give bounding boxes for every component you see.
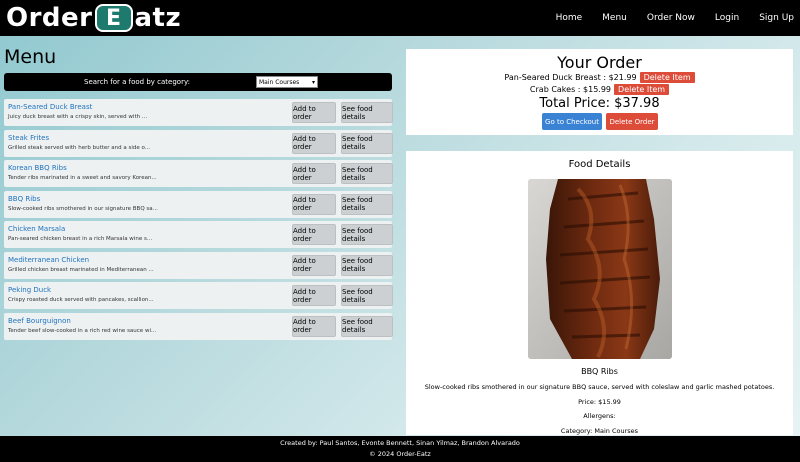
delete-item-button[interactable]: Delete Item	[614, 84, 670, 95]
menu-item: Korean BBQ Ribs Tender ribs marinated in…	[4, 160, 393, 187]
menu-item: Steak Frites Grilled steak served with h…	[4, 129, 393, 157]
footer: Created by: Paul Santos, Evonte Bennett,…	[0, 436, 800, 462]
nav-links: Home Menu Order Now Login Sign Up	[556, 13, 794, 23]
see-food-details-button[interactable]: See food details	[341, 254, 393, 276]
food-details-panel: Food Details BBQ Ribs Slow-cooked ribs s…	[406, 151, 793, 435]
add-to-order-button[interactable]: Add to order	[292, 193, 336, 215]
see-food-details-button[interactable]: See food details	[341, 285, 393, 306]
menu-item: Pan-Seared Duck Breast Juicy duck breast…	[4, 99, 393, 126]
logo-text-right: atz	[134, 3, 182, 33]
menu-item: Peking Duck Crispy roasted duck served w…	[4, 282, 393, 309]
see-food-details-button[interactable]: See food details	[341, 102, 393, 123]
food-image	[528, 179, 672, 359]
menu-item-name[interactable]: Mediterranean Chicken	[8, 256, 89, 264]
menu-item-name[interactable]: Chicken Marsala	[8, 225, 65, 233]
add-to-order-button[interactable]: Add to order	[292, 102, 336, 123]
add-to-order-button[interactable]: Add to order	[292, 254, 336, 276]
brand-logo[interactable]: Order E atz	[6, 3, 181, 33]
bbq-ribs-photo	[528, 179, 672, 359]
order-line-text: Crab Cakes : $15.99	[529, 85, 612, 94]
navbar: Order E atz Home Menu Order Now Login Si…	[0, 0, 800, 36]
add-to-order-button[interactable]: Add to order	[292, 132, 336, 154]
delete-order-button[interactable]: Delete Order	[606, 113, 658, 130]
order-line-text: Pan-Seared Duck Breast : $21.99	[504, 73, 637, 82]
see-food-details-button[interactable]: See food details	[341, 193, 393, 215]
order-total: Total Price: $37.98	[539, 96, 660, 111]
menu-item-name[interactable]: Steak Frites	[8, 134, 49, 142]
nav-home[interactable]: Home	[556, 13, 583, 23]
see-food-details-button[interactable]: See food details	[341, 224, 393, 245]
food-name: BBQ Ribs	[581, 367, 618, 376]
menu-item-desc: Grilled chicken breast marinated in Medi…	[8, 266, 154, 273]
food-details-title: Food Details	[568, 159, 631, 170]
menu-item-desc: Tender ribs marinated in a sweet and sav…	[8, 175, 157, 181]
menu-item-desc: Tender beef slow-cooked in a rich red wi…	[8, 327, 157, 334]
logo-mark-icon: E	[94, 4, 133, 32]
add-to-order-button[interactable]: Add to order	[292, 163, 336, 184]
see-food-details-button[interactable]: See food details	[341, 163, 393, 184]
food-price: Price: $15.99	[578, 398, 621, 406]
menu-item: Mediterranean Chicken Grilled chicken br…	[4, 251, 393, 279]
logo-text-left: Order	[6, 3, 93, 33]
menu-item-desc: Juicy duck breast with a crispy skin, se…	[8, 114, 148, 120]
nav-login[interactable]: Login	[715, 13, 739, 23]
category-selected-value: Main Courses	[259, 78, 300, 86]
menu-item-desc: Crispy roasted duck served with pancakes…	[8, 297, 154, 303]
food-description: Slow-cooked ribs smothered in our signat…	[424, 383, 775, 391]
category-search-bar: Search for a food by category: Main Cour…	[4, 73, 392, 91]
see-food-details-button[interactable]: See food details	[341, 315, 393, 337]
menu-item-name[interactable]: BBQ Ribs	[8, 195, 40, 203]
menu-item-desc: Grilled steak served with herb butter an…	[8, 144, 151, 151]
order-line: Crab Cakes : $15.99 Delete Item	[406, 84, 793, 95]
menu-list: Pan-Seared Duck Breast Juicy duck breast…	[4, 99, 393, 343]
menu-item-desc: Pan-seared chicken breast in a rich Mars…	[8, 236, 153, 242]
category-select[interactable]: Main Courses ▾	[256, 76, 318, 88]
nav-menu[interactable]: Menu	[602, 13, 627, 23]
menu-item: BBQ Ribs Slow-cooked ribs smothered in o…	[4, 190, 393, 218]
add-to-order-button[interactable]: Add to order	[292, 224, 336, 245]
search-label: Search for a food by category:	[84, 78, 190, 86]
order-panel: Your Order Pan-Seared Duck Breast : $21.…	[406, 49, 793, 135]
checkout-button[interactable]: Go to Checkout	[542, 113, 602, 130]
food-allergens: Allergens:	[583, 412, 616, 420]
food-category: Category: Main Courses	[560, 427, 639, 435]
menu-item-name[interactable]: Pan-Seared Duck Breast	[8, 103, 92, 111]
menu-item: Beef Bourguignon Tender beef slow-cooked…	[4, 312, 393, 340]
add-to-order-button[interactable]: Add to order	[292, 285, 336, 306]
footer-credits: Created by: Paul Santos, Evonte Bennett,…	[280, 439, 520, 447]
nav-sign-up[interactable]: Sign Up	[759, 13, 794, 23]
delete-item-button[interactable]: Delete Item	[639, 72, 695, 83]
menu-title: Menu	[4, 46, 57, 68]
menu-item-name[interactable]: Beef Bourguignon	[8, 317, 71, 325]
chevron-down-icon: ▾	[311, 78, 315, 86]
order-line: Pan-Seared Duck Breast : $21.99 Delete I…	[406, 72, 793, 83]
see-food-details-button[interactable]: See food details	[341, 132, 393, 154]
logo-mark-letter: E	[105, 5, 122, 31]
menu-item: Chicken Marsala Pan-seared chicken breas…	[4, 221, 393, 248]
menu-item-name[interactable]: Korean BBQ Ribs	[8, 164, 67, 172]
menu-item-desc: Slow-cooked ribs smothered in our signat…	[8, 205, 158, 212]
order-title: Your Order	[557, 53, 642, 72]
menu-item-name[interactable]: Peking Duck	[8, 286, 51, 294]
footer-copyright: © 2024 Order-Eatz	[369, 450, 431, 458]
nav-order-now[interactable]: Order Now	[647, 13, 695, 23]
add-to-order-button[interactable]: Add to order	[292, 315, 336, 337]
